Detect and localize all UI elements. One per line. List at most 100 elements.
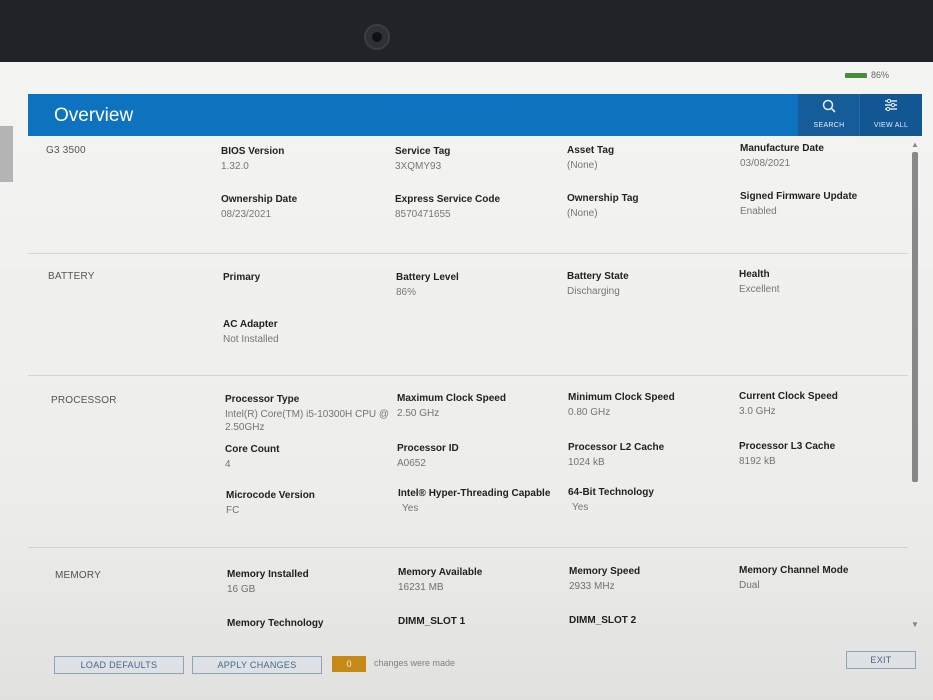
- express-service-code-field: Express Service Code 8570471655: [395, 193, 565, 221]
- field-label: Signed Firmware Update: [740, 191, 858, 202]
- scroll-thumb[interactable]: [912, 152, 918, 482]
- load-defaults-button[interactable]: LOAD DEFAULTS: [54, 656, 184, 674]
- field-label: Battery State: [567, 271, 629, 282]
- overview-header: Overview SEARCH VIEW ALL: [28, 94, 922, 136]
- battery-health-field: Health Excellent: [739, 268, 909, 296]
- view-all-icon: [885, 98, 897, 112]
- battery-status: 86%: [844, 70, 889, 80]
- asset-tag-field: Asset Tag (None): [567, 144, 737, 172]
- webcam: [364, 24, 390, 50]
- field-label: Primary: [223, 272, 261, 283]
- field-label: Memory Available: [398, 567, 483, 578]
- field-value: 8570471655: [395, 209, 451, 220]
- field-value: (None): [567, 208, 598, 219]
- field-label: Memory Installed: [227, 569, 309, 580]
- laptop-bezel: [0, 0, 933, 62]
- field-label: Manufacture Date: [740, 143, 824, 154]
- core-count-field: Core Count 4: [225, 443, 395, 471]
- field-label: Express Service Code: [395, 194, 501, 205]
- memory-technology-field: Memory Technology: [227, 617, 397, 630]
- field-value: Intel(R) Core(TM) i5-10300H CPU @ 2.50GH…: [225, 409, 390, 433]
- field-label: Core Count: [225, 444, 280, 455]
- field-value: 3XQMY93: [395, 161, 442, 172]
- status-strip: 86%: [0, 62, 933, 94]
- field-value: 16 GB: [227, 584, 256, 595]
- field-label: Processor ID: [397, 443, 459, 454]
- field-label: Memory Technology: [227, 618, 324, 629]
- field-value: 0.80 GHz: [568, 407, 611, 418]
- battery-level-field: Battery Level 86%: [396, 271, 566, 299]
- scroll-down-arrow-icon[interactable]: ▼: [910, 620, 920, 630]
- field-label: Ownership Date: [221, 194, 298, 205]
- field-value: 2.50 GHz: [397, 408, 440, 419]
- field-value: (None): [567, 160, 598, 171]
- scroll-up-arrow-icon[interactable]: ▲: [910, 140, 920, 150]
- processor-l3-cache-field: Processor L3 Cache 8192 kB: [739, 440, 909, 468]
- view-all-button-label: VIEW ALL: [873, 122, 909, 129]
- 64-bit-technology-field: 64-Bit Technology Yes: [568, 486, 738, 514]
- battery-section-label: BATTERY: [48, 271, 95, 282]
- field-label: Memory Channel Mode: [739, 565, 849, 576]
- dimm-slot-1-field: DIMM_SLOT 1: [398, 615, 568, 628]
- processor-type-field: Processor Type Intel(R) Core(TM) i5-1030…: [225, 393, 395, 434]
- ownership-date-field: Ownership Date 08/23/2021: [221, 193, 391, 221]
- field-label: 64-Bit Technology: [568, 487, 654, 498]
- section-divider: [28, 253, 908, 254]
- field-value: 08/23/2021: [221, 209, 272, 220]
- processor-section: PROCESSOR Processor Type Intel(R) Core(T…: [28, 377, 908, 549]
- field-value: A0652: [397, 458, 426, 469]
- exit-button[interactable]: EXIT: [846, 651, 916, 669]
- field-value: Not Installed: [223, 334, 279, 345]
- memory-section: MEMORY Memory Installed 16 GB Memory Ava…: [28, 549, 908, 632]
- maximum-clock-speed-field: Maximum Clock Speed 2.50 GHz: [397, 392, 567, 420]
- field-value: Yes: [572, 502, 589, 513]
- field-value: Dual: [739, 580, 760, 591]
- field-label: BIOS Version: [221, 146, 285, 157]
- section-divider: [28, 375, 908, 376]
- ownership-tag-field: Ownership Tag (None): [567, 192, 737, 220]
- field-value: 86%: [396, 287, 417, 298]
- processor-id-field: Processor ID A0652: [397, 442, 567, 470]
- field-value: Excellent: [739, 284, 780, 295]
- field-value: 03/08/2021: [740, 158, 791, 169]
- service-tag-field: Service Tag 3XQMY93: [395, 145, 565, 173]
- battery-section: BATTERY Primary Battery Level 86% Batter…: [28, 255, 908, 377]
- current-clock-speed-field: Current Clock Speed 3.0 GHz: [739, 390, 909, 418]
- content-scrollbar[interactable]: ▲ ▼: [910, 140, 920, 630]
- field-value: 3.0 GHz: [739, 406, 776, 417]
- field-label: Ownership Tag: [567, 193, 639, 204]
- system-section: G3 3500 BIOS Version 1.32.0 Service Tag …: [28, 137, 908, 255]
- field-value: 1.32.0: [221, 161, 249, 172]
- field-value: 8192 kB: [739, 456, 776, 467]
- search-button[interactable]: SEARCH: [798, 94, 860, 136]
- bios-screen: 86% Overview SEARCH VIEW ALL G3 3500 BIO…: [0, 62, 933, 700]
- microcode-version-field: Microcode Version FC: [226, 489, 396, 517]
- processor-section-label: PROCESSOR: [51, 395, 117, 406]
- field-label: Current Clock Speed: [739, 391, 838, 402]
- field-label: Maximum Clock Speed: [397, 393, 506, 404]
- changes-count-badge: 0: [332, 656, 366, 672]
- page-title: Overview: [54, 105, 134, 126]
- footer-bar: LOAD DEFAULTS APPLY CHANGES 0 changes we…: [0, 640, 933, 700]
- field-label: Battery Level: [396, 272, 459, 283]
- field-label: DIMM_SLOT 1: [398, 616, 466, 627]
- field-label: Processor Type: [225, 394, 300, 405]
- apply-changes-button[interactable]: APPLY CHANGES: [192, 656, 322, 674]
- battery-state-field: Battery State Discharging: [567, 270, 737, 298]
- memory-installed-field: Memory Installed 16 GB: [227, 568, 397, 596]
- memory-speed-field: Memory Speed 2933 MHz: [569, 565, 739, 593]
- field-label: Service Tag: [395, 146, 451, 157]
- changes-status-text: changes were made: [374, 658, 456, 668]
- view-all-button[interactable]: VIEW ALL: [859, 94, 922, 136]
- field-label: Asset Tag: [567, 145, 615, 156]
- field-label: Processor L3 Cache: [739, 441, 836, 452]
- field-label: Processor L2 Cache: [568, 442, 665, 453]
- section-divider: [28, 547, 908, 548]
- processor-l2-cache-field: Processor L2 Cache 1024 kB: [568, 441, 738, 469]
- search-icon: [822, 99, 836, 113]
- field-label: Minimum Clock Speed: [568, 392, 675, 403]
- manufacture-date-field: Manufacture Date 03/08/2021: [740, 142, 910, 170]
- bios-version-field: BIOS Version 1.32.0: [221, 145, 391, 173]
- field-value: Yes: [402, 503, 419, 514]
- minimum-clock-speed-field: Minimum Clock Speed 0.80 GHz: [568, 391, 738, 419]
